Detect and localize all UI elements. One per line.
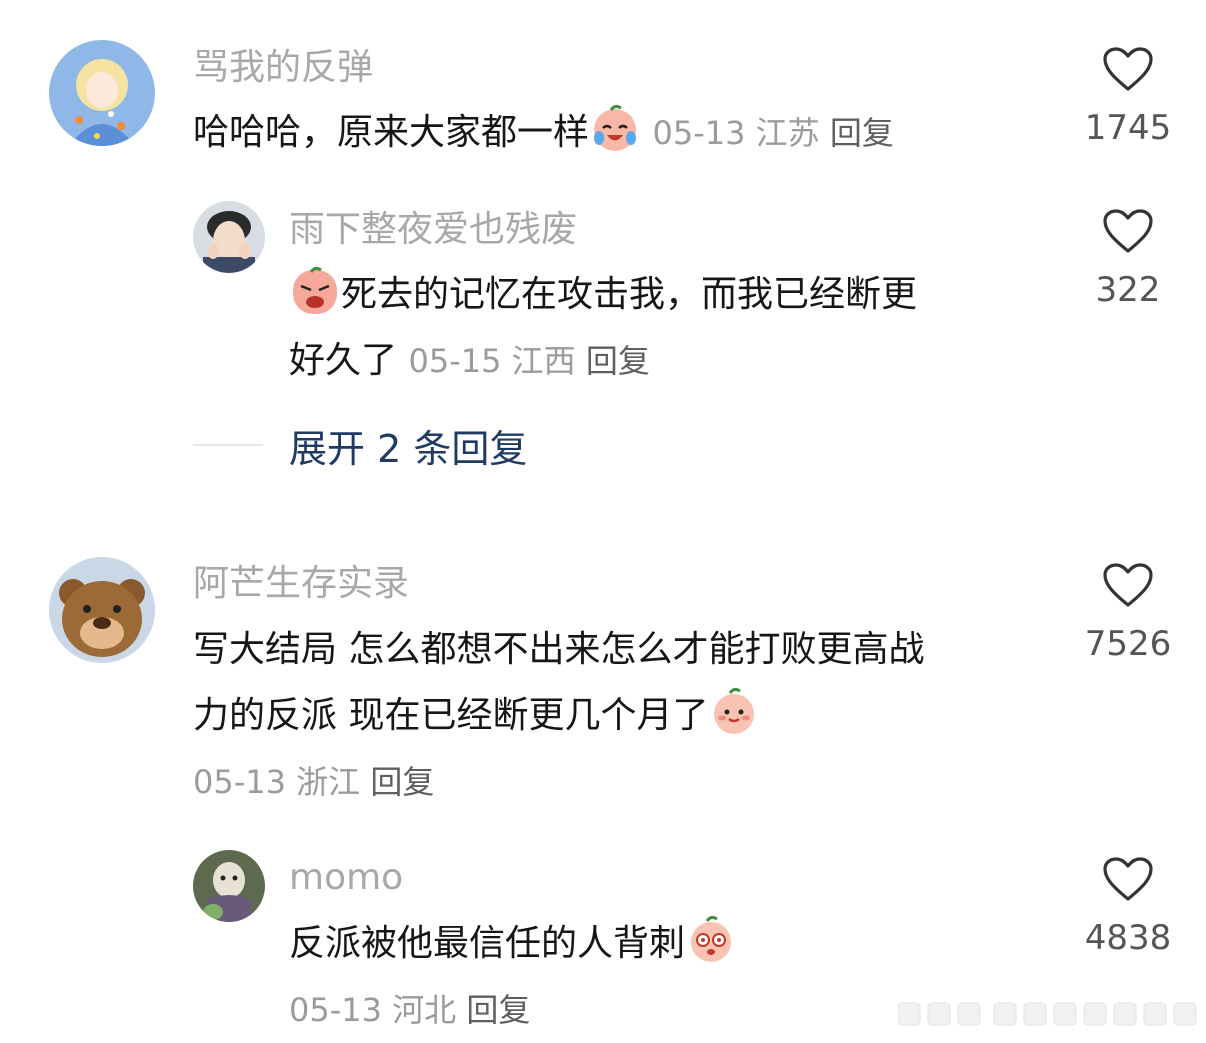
username[interactable]: 阿芒生存实录 [193,562,409,606]
username[interactable]: 骂我的反弹 [193,46,373,90]
avatar[interactable] [193,850,265,922]
watermark-logo [898,1002,1197,1026]
comment-text: 哈哈哈，原来大家都一样 05-13 江苏 回复 [193,100,1073,166]
comment-date: 05-13 [652,114,746,152]
reply-button[interactable]: 回复 [830,114,894,152]
avatar[interactable] [49,557,155,663]
comment-body: 哈哈哈，原来大家都一样 [193,112,590,153]
like-count: 1745 [1084,108,1172,148]
like-button[interactable]: 7526 [1073,562,1183,664]
heart-icon [1103,563,1153,607]
blush-icon [714,687,755,734]
comment-meta: 05-13 浙江 回复 [193,763,434,801]
like-button[interactable]: 1745 [1073,46,1183,148]
reply-button[interactable]: 回复 [586,342,650,380]
comment-location: 河北 [392,991,457,1029]
expand-replies[interactable]: 展开 2 条回复 [193,418,527,473]
comment-date: 05-13 [289,991,382,1029]
heart-icon [1103,47,1153,91]
comment-meta: 05-13 江苏 回复 [652,114,893,152]
avatar[interactable] [49,40,155,146]
comment-meta: 05-15 江西 回复 [408,342,649,380]
shocked-icon [691,915,732,962]
comment-location: 浙江 [296,763,361,801]
comment-text: 死去的记忆在攻击我，而我已经断更 好久了 05-15 江西 回复 [289,262,1069,394]
heart-icon [1103,209,1153,253]
like-count: 322 [1095,270,1161,310]
divider [193,444,263,446]
comment-date: 05-13 [193,763,286,801]
comment-body-line1: 死去的记忆在攻击我，而我已经断更 [341,274,918,315]
username[interactable]: 雨下整夜爱也残废 [289,208,577,252]
comment-meta: 05-13 河北 回复 [289,991,530,1029]
like-button[interactable]: 322 [1073,208,1183,310]
like-button[interactable]: 4838 [1073,856,1183,958]
like-count: 7526 [1084,624,1172,664]
comment-location: 江西 [511,342,576,380]
comment-body-line1: 写大结局 怎么都想不出来怎么才能打败更高战 [193,629,925,670]
comment-body: 反派被他最信任的人背刺 [289,923,686,964]
upset-icon [293,266,337,314]
comment-text: 写大结局 怎么都想不出来怎么才能打败更高战 力的反派 现在已经断更几个月了 05… [193,617,1073,815]
comment-body-line2: 力的反派 现在已经断更几个月了 [193,695,709,736]
comment-body-line2: 好久了 [289,340,398,381]
avatar[interactable] [193,201,265,273]
reply-button[interactable]: 回复 [370,763,434,801]
comment-date: 05-15 [408,342,502,380]
reply-button[interactable]: 回复 [466,991,530,1029]
heart-icon [1103,857,1153,901]
expand-replies-label[interactable]: 展开 2 条回复 [289,418,527,473]
comment-location: 江苏 [755,114,820,152]
username[interactable]: momo [289,856,403,900]
like-count: 4838 [1084,918,1172,958]
crying-laugh-icon [594,104,637,151]
